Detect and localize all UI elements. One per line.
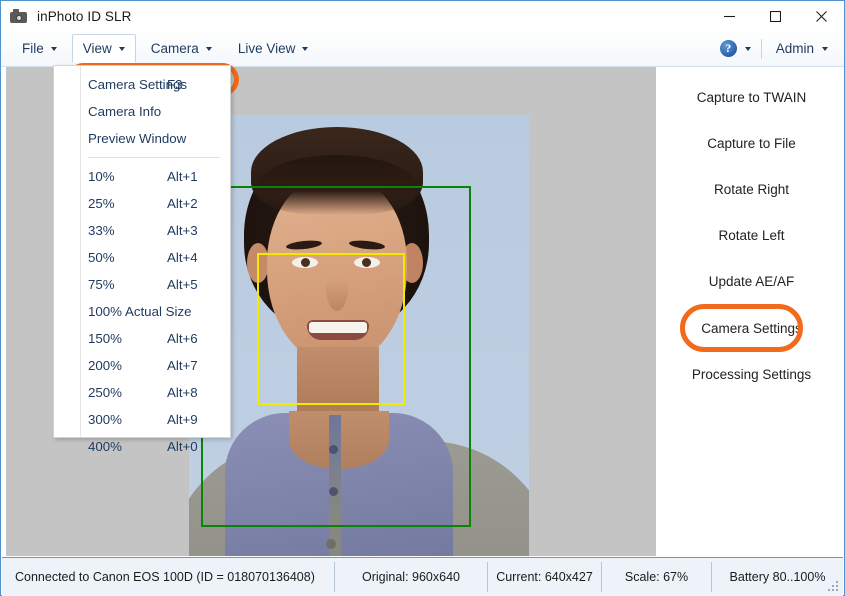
status-battery-text: Battery 80..100%: [729, 570, 826, 584]
admin-menu[interactable]: Admin: [762, 34, 840, 63]
view-menu-item-camera-info[interactable]: Camera Info: [54, 98, 230, 125]
status-battery: Battery 80..100%: [712, 558, 843, 596]
window-title: inPhoto ID SLR: [37, 8, 132, 24]
menu-item-accelerator: Alt+8: [167, 385, 198, 400]
view-menu-item-zoom-10[interactable]: 10% Alt+1: [54, 163, 230, 190]
chevron-down-icon: [744, 46, 751, 51]
side-item-label: Rotate Left: [718, 227, 785, 243]
status-original-text: Original: 960x640: [362, 570, 460, 584]
view-menu-item-zoom-400[interactable]: 400% Alt+0: [54, 433, 230, 460]
face-detection-frame-overlay[interactable]: [257, 253, 405, 405]
resize-grip-icon[interactable]: [828, 581, 840, 593]
side-item-camera-settings[interactable]: Camera Settings: [660, 317, 843, 339]
help-button[interactable]: ?: [710, 34, 761, 63]
menu-item-accelerator: Alt+3: [167, 223, 198, 238]
menu-item-accelerator: Alt+2: [167, 196, 198, 211]
view-menu-item-zoom-150[interactable]: 150% Alt+6: [54, 325, 230, 352]
chevron-down-icon: [822, 46, 828, 51]
menu-item-accelerator: Alt+6: [167, 331, 198, 346]
view-dropdown-menu: Camera Settings F3 Camera Info Preview W…: [53, 65, 231, 454]
side-item-processing-settings[interactable]: Processing Settings: [660, 363, 843, 385]
status-original-size: Original: 960x640: [335, 558, 487, 596]
menu-item-label: 25%: [88, 196, 115, 211]
menu-item-accelerator: Alt+9: [167, 412, 198, 427]
status-current-text: Current: 640x427: [496, 570, 593, 584]
view-menu-item-zoom-200[interactable]: 200% Alt+7: [54, 352, 230, 379]
side-item-label: Camera Settings: [701, 320, 802, 336]
menu-item-label: 33%: [88, 223, 115, 238]
menu-item-label: Preview Window: [88, 131, 187, 146]
menu-file[interactable]: File: [11, 34, 68, 63]
camera-icon: [10, 8, 28, 24]
side-item-label: Capture to File: [707, 135, 796, 151]
minimize-button[interactable]: [706, 1, 752, 31]
menu-item-label: 200%: [88, 358, 123, 373]
menu-item-accelerator: F3: [167, 77, 183, 92]
menu-view-label: View: [82, 41, 112, 56]
menu-camera[interactable]: Camera: [140, 34, 223, 63]
menu-item-label: 75%: [88, 277, 115, 292]
view-menu-item-zoom-33[interactable]: 33% Alt+3: [54, 217, 230, 244]
menu-item-label: 150%: [88, 331, 123, 346]
menu-item-accelerator: Alt+4: [167, 250, 198, 265]
side-item-capture-to-file[interactable]: Capture to File: [660, 132, 843, 154]
menu-item-label: 50%: [88, 250, 115, 265]
maximize-button[interactable]: [752, 1, 798, 31]
menu-live-view-label: Live View: [237, 41, 296, 56]
title-bar: inPhoto ID SLR: [1, 1, 844, 31]
side-item-rotate-left[interactable]: Rotate Left: [660, 224, 843, 246]
status-scale-text: Scale: 67%: [624, 570, 689, 584]
side-item-rotate-right[interactable]: Rotate Right: [660, 178, 843, 200]
status-connection: Connected to Canon EOS 100D (ID = 018070…: [2, 558, 334, 596]
menu-item-label: 10%: [88, 169, 115, 184]
view-menu-item-zoom-75[interactable]: 75% Alt+5: [54, 271, 230, 298]
side-item-label: Processing Settings: [691, 366, 812, 382]
view-menu-item-zoom-250[interactable]: 250% Alt+8: [54, 379, 230, 406]
view-menu-item-preview-window[interactable]: Preview Window: [54, 125, 230, 152]
chevron-down-icon: [302, 46, 309, 51]
close-button[interactable]: [798, 1, 844, 31]
side-item-label: Capture to TWAIN: [696, 89, 807, 105]
side-item-label: Rotate Right: [713, 181, 790, 197]
chevron-down-icon: [205, 46, 212, 51]
view-menu-item-camera-settings[interactable]: Camera Settings F3: [54, 71, 230, 98]
help-question-icon: ?: [719, 40, 737, 57]
window-controls: [706, 1, 844, 31]
status-bar: Connected to Canon EOS 100D (ID = 018070…: [2, 557, 843, 596]
view-menu-item-zoom-100-actual[interactable]: 100% Actual Size: [54, 298, 230, 325]
menu-item-label: 100% Actual Size: [88, 304, 192, 319]
view-menu-item-zoom-300[interactable]: 300% Alt+9: [54, 406, 230, 433]
action-side-panel: Capture to TWAIN Capture to File Rotate …: [660, 67, 843, 556]
view-menu-item-zoom-25[interactable]: 25% Alt+2: [54, 190, 230, 217]
menu-bar-right: ? Admin: [710, 31, 840, 66]
status-current-size: Current: 640x427: [488, 558, 601, 596]
menu-live-view[interactable]: Live View: [227, 34, 320, 63]
application-window: inPhoto ID SLR File View Camera Live Vie…: [0, 0, 845, 596]
side-item-capture-to-twain[interactable]: Capture to TWAIN: [660, 86, 843, 108]
view-menu-list: Camera Settings F3 Camera Info Preview W…: [54, 71, 230, 460]
menu-bar: File View Camera Live View ? Admin: [1, 31, 844, 67]
menu-camera-label: Camera: [150, 41, 199, 56]
menu-view[interactable]: View: [71, 34, 136, 63]
menu-item-accelerator: Alt+1: [167, 169, 198, 184]
admin-label: Admin: [775, 41, 814, 56]
menu-item-label: 400%: [88, 439, 123, 454]
view-menu-item-zoom-50[interactable]: 50% Alt+4: [54, 244, 230, 271]
chevron-down-icon: [50, 46, 57, 51]
side-item-update-ae-af[interactable]: Update AE/AF: [660, 270, 843, 292]
menu-item-label: 300%: [88, 412, 123, 427]
status-connection-text: Connected to Canon EOS 100D (ID = 018070…: [15, 570, 315, 584]
menu-item-accelerator: Alt+5: [167, 277, 198, 292]
menu-item-label: 250%: [88, 385, 123, 400]
menu-item-accelerator: Alt+0: [167, 439, 198, 454]
chevron-down-icon: [118, 46, 125, 51]
menu-file-label: File: [22, 41, 44, 56]
menu-separator: [88, 157, 220, 158]
side-item-label: Update AE/AF: [708, 273, 795, 289]
menu-item-accelerator: Alt+7: [167, 358, 198, 373]
menu-item-label: Camera Info: [88, 104, 162, 119]
status-scale: Scale: 67%: [602, 558, 711, 596]
